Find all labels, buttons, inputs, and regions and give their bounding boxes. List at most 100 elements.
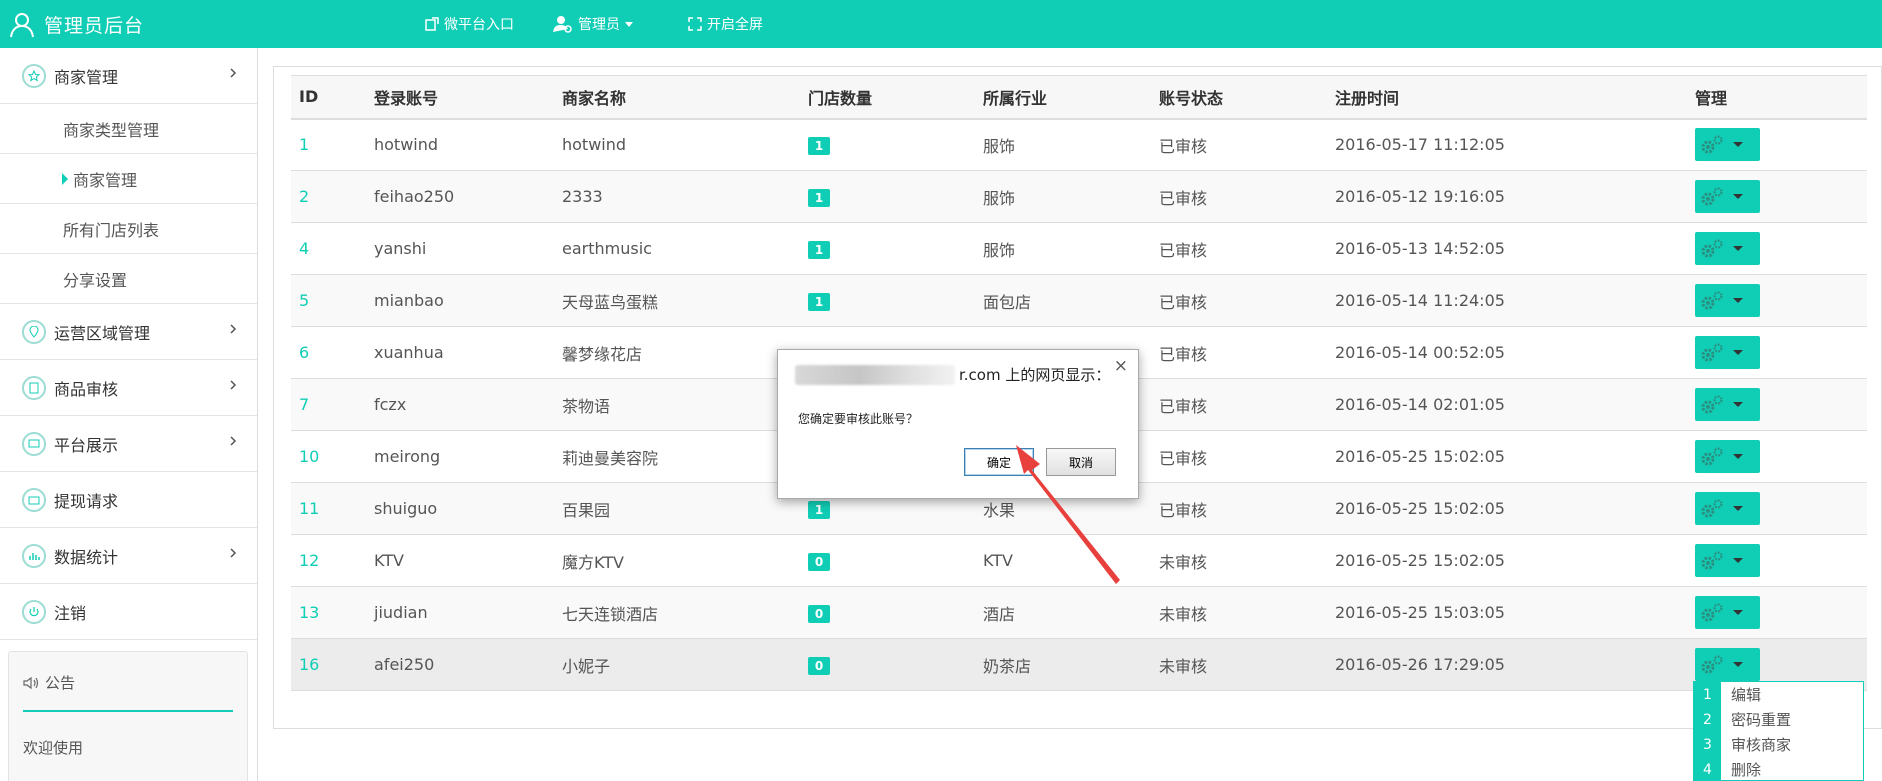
row-account: afei250: [374, 655, 435, 674]
chevron-right-icon: [230, 68, 237, 78]
row-manage-button[interactable]: [1695, 648, 1760, 681]
row-industry: 面包店: [983, 292, 1032, 312]
row-merchant-name: 馨梦缘花店: [562, 344, 643, 364]
row-id: 4: [299, 239, 310, 258]
gear-icon: [1701, 187, 1723, 205]
col-header: 登录账号: [374, 88, 439, 108]
row-account: xuanhua: [374, 343, 444, 362]
sidebar-item-logout[interactable]: 注销: [0, 584, 257, 640]
row-register-time: 2016-05-13 14:52:05: [1335, 239, 1505, 258]
table-row: 13 jiudian 七天连锁酒店 0 酒店 未审核 2016-05-25 15:03:05: [291, 586, 1867, 639]
sidebar-sub-merchant-manage[interactable]: 商家管理: [0, 154, 257, 204]
row-manage-button[interactable]: [1695, 388, 1760, 421]
row-store-count: 1: [808, 292, 830, 311]
row-status: 未审核: [1159, 656, 1208, 676]
row-merchant-name: 小妮子: [562, 656, 611, 676]
row-account: meirong: [374, 447, 441, 466]
admin-menu[interactable]: 管理员: [553, 0, 633, 48]
fullscreen-button[interactable]: 开启全屏: [688, 0, 763, 48]
sidebar-item-platform-display[interactable]: 平台展示: [0, 416, 257, 472]
sidebar-item-goods-review[interactable]: 商品审核: [0, 360, 257, 416]
gear-icon: [1701, 499, 1723, 517]
row-manage-button[interactable]: [1695, 492, 1760, 525]
sidebar-item-statistics[interactable]: 数据统计: [0, 528, 257, 584]
close-icon[interactable]: ×: [1114, 356, 1128, 376]
row-register-time: 2016-05-25 15:03:05: [1335, 603, 1505, 622]
row-manage-button[interactable]: [1695, 544, 1760, 577]
col-header: 商家名称: [562, 88, 627, 108]
row-merchant-name: hotwind: [562, 135, 627, 155]
row-account: jiudian: [374, 603, 428, 622]
chevron-right-icon: [230, 436, 237, 446]
confirm-ok-button[interactable]: 确定: [964, 448, 1034, 476]
confirm-dialog: r.com 上的网页显示： × 您确定要审核此账号？ 确定 取消: [777, 349, 1139, 499]
dropdown-item[interactable]: 2 密码重置: [1694, 707, 1863, 732]
row-register-time: 2016-05-25 15:02:05: [1335, 447, 1505, 466]
dropdown-item[interactable]: 4 删除: [1694, 757, 1863, 781]
col-header: 管理: [1695, 88, 1728, 108]
row-account: feihao250: [374, 187, 455, 206]
gear-icon: [1701, 655, 1723, 673]
chevron-down-icon: [1733, 506, 1743, 511]
notice-divider: [23, 710, 233, 712]
dropdown-item-number: 3: [1694, 732, 1721, 757]
row-industry: KTV: [983, 551, 1013, 570]
chevron-down-icon: [1733, 454, 1743, 459]
speaker-icon: [23, 676, 39, 689]
row-id: 6: [299, 343, 310, 362]
chevron-down-icon: [625, 21, 633, 27]
row-register-time: 2016-05-25 15:02:05: [1335, 499, 1505, 518]
row-id: 10: [299, 447, 320, 466]
sidebar-sub-merchant-type[interactable]: 商家类型管理: [0, 104, 257, 154]
confirm-cancel-button[interactable]: 取消: [1046, 448, 1116, 476]
row-register-time: 2016-05-14 02:01:05: [1335, 395, 1505, 414]
sidebar-item-merchant[interactable]: 商家管理: [0, 48, 257, 104]
row-industry: 酒店: [983, 604, 1016, 624]
row-action-dropdown: 1 编辑 2 密码重置 3 审核商家 4 删除: [1693, 681, 1864, 781]
row-store-count: 0: [808, 552, 830, 571]
row-account: shuiguo: [374, 499, 438, 518]
row-status: 未审核: [1159, 604, 1208, 624]
location-icon: [22, 319, 46, 344]
notice-body: 欢迎使用: [23, 739, 84, 757]
row-manage-button[interactable]: [1695, 440, 1760, 473]
row-account: fczx: [374, 395, 407, 414]
row-id: 5: [299, 291, 310, 310]
row-status: 已审核: [1159, 500, 1208, 520]
row-account: hotwind: [374, 135, 439, 155]
sidebar-sub-share-settings[interactable]: 分享设置: [0, 254, 257, 304]
star-icon: [22, 63, 46, 88]
row-store-count: 0: [808, 604, 830, 623]
sidebar-sub-store-list[interactable]: 所有门店列表: [0, 204, 257, 254]
sidebar: 商家管理 商家类型管理 商家管理 所有门店列表 分享设置 运营区域管理 商品审核…: [0, 48, 258, 781]
dropdown-item[interactable]: 3 审核商家: [1694, 732, 1863, 757]
sidebar-item-withdraw[interactable]: 提现请求: [0, 472, 257, 528]
row-id: 2: [299, 187, 310, 206]
dialog-message: 您确定要审核此账号？: [798, 412, 919, 426]
row-industry: 服饰: [983, 136, 1016, 156]
document-icon: [22, 375, 46, 400]
col-header: 所属行业: [983, 88, 1048, 108]
chevron-down-icon: [1733, 402, 1743, 407]
chevron-right-icon: [230, 548, 237, 558]
sidebar-item-region[interactable]: 运营区域管理: [0, 304, 257, 360]
row-manage-button[interactable]: [1695, 596, 1760, 629]
dropdown-item[interactable]: 1 编辑: [1694, 682, 1863, 707]
weixin-entry-link[interactable]: 微平台入口: [425, 0, 514, 48]
row-manage-button[interactable]: [1695, 128, 1760, 162]
dropdown-item-number: 1: [1694, 682, 1721, 707]
gear-icon: [1701, 551, 1723, 569]
col-header: 账号状态: [1159, 88, 1224, 108]
col-header: 门店数量: [808, 88, 873, 108]
row-merchant-name: 魔方KTV: [562, 552, 624, 572]
col-header: ID: [299, 87, 319, 107]
table-row: 4 yanshi earthmusic 1 服饰 已审核 2016-05-13 14:52:…: [291, 223, 1867, 275]
row-merchant-name: 2333: [562, 187, 603, 206]
row-manage-button[interactable]: [1695, 232, 1760, 265]
row-merchant-name: 天母蓝鸟蛋糕: [562, 292, 659, 312]
row-manage-button[interactable]: [1695, 336, 1760, 369]
row-manage-button[interactable]: [1695, 180, 1760, 213]
chevron-down-icon: [1733, 610, 1743, 615]
row-manage-button[interactable]: [1695, 284, 1760, 317]
row-merchant-name: 莉迪曼美容院: [562, 448, 659, 468]
